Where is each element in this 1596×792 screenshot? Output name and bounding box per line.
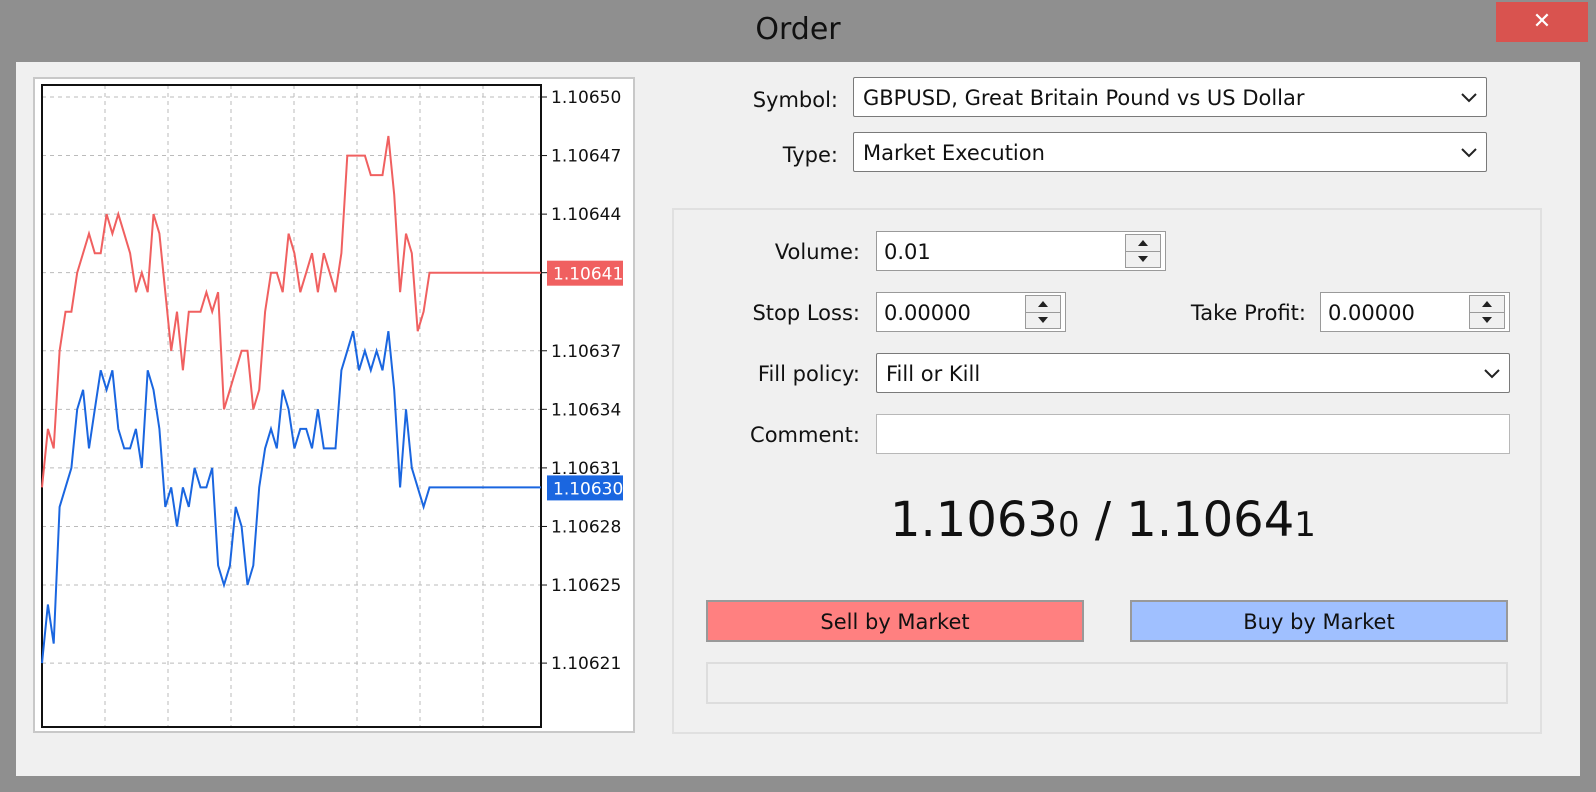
tick-chart: 1.10650 1.10647 1.10644 1.10641 1.10637 1.106… bbox=[33, 77, 635, 733]
buy-by-market-button[interactable]: Buy by Market bbox=[1130, 600, 1508, 642]
volume-label: Volume: bbox=[774, 240, 860, 264]
symbol-label: Symbol: bbox=[752, 88, 838, 112]
comment-input[interactable] bbox=[876, 414, 1510, 454]
order-panel bbox=[672, 208, 1542, 734]
take-profit-label: Take Profit: bbox=[1190, 301, 1306, 325]
arrow-down-icon[interactable] bbox=[1126, 251, 1160, 267]
type-label: Type: bbox=[782, 143, 838, 167]
stop-loss-stepper[interactable] bbox=[1025, 295, 1061, 329]
take-profit-value: 0.00000 bbox=[1328, 301, 1415, 325]
quote-display: 1.10630 / 1.10641 bbox=[890, 492, 1316, 548]
chevron-down-icon bbox=[1461, 93, 1477, 103]
close-button[interactable]: ✕ bbox=[1496, 2, 1588, 42]
y-tick-label: 1.10650 bbox=[551, 88, 621, 108]
order-window: Order ✕ 1.106501.106471.106441.106411.10… bbox=[0, 0, 1596, 792]
quote-separator: / bbox=[1079, 492, 1127, 548]
title-bar[interactable]: Order ✕ bbox=[0, 0, 1596, 62]
volume-value: 0.01 bbox=[884, 240, 931, 264]
take-profit-stepper[interactable] bbox=[1469, 295, 1505, 329]
tick-chart-svg: 1.10650 1.10647 1.10644 1.10641 1.10637 1.106… bbox=[41, 84, 623, 728]
stop-loss-input[interactable]: 0.00000 bbox=[876, 292, 1066, 332]
arrow-up-icon[interactable] bbox=[1126, 235, 1160, 252]
volume-stepper[interactable] bbox=[1125, 234, 1161, 268]
sell-by-market-button[interactable]: Sell by Market bbox=[706, 600, 1084, 642]
price-tag-label-bid: 1.10630 bbox=[553, 479, 623, 499]
type-value: Market Execution bbox=[863, 141, 1045, 165]
price-tag-label-ask: 1.10641 bbox=[553, 265, 623, 285]
type-select[interactable]: Market Execution bbox=[853, 132, 1487, 172]
ask-last-digit: 1 bbox=[1294, 505, 1316, 545]
comment-label: Comment: bbox=[750, 423, 860, 447]
ask-price: 1.1064 bbox=[1126, 492, 1295, 548]
take-profit-input[interactable]: 0.00000 bbox=[1320, 292, 1510, 332]
y-tick-label: 1.10628 bbox=[551, 517, 621, 537]
y-tick-label: 1.10621 bbox=[551, 654, 621, 674]
arrow-down-icon[interactable] bbox=[1026, 312, 1060, 328]
symbol-value: GBPUSD, Great Britain Pound vs US Dollar bbox=[863, 86, 1305, 110]
y-tick-label: 1.10637 bbox=[551, 342, 621, 362]
y-tick-label: 1.10634 bbox=[551, 400, 621, 420]
status-bar bbox=[706, 662, 1508, 704]
window-title: Order bbox=[755, 12, 841, 47]
y-tick-label: 1.10647 bbox=[551, 147, 621, 167]
arrow-down-icon[interactable] bbox=[1470, 312, 1504, 328]
bid-last-digit: 0 bbox=[1057, 505, 1080, 545]
arrow-up-icon[interactable] bbox=[1470, 296, 1504, 313]
fill-policy-label: Fill policy: bbox=[757, 362, 860, 386]
fill-policy-select[interactable]: Fill or Kill bbox=[876, 353, 1510, 393]
y-tick-label: 1.10644 bbox=[551, 205, 621, 225]
y-tick-label: 1.10625 bbox=[551, 576, 621, 596]
volume-input[interactable]: 0.01 bbox=[876, 231, 1166, 271]
stop-loss-label: Stop Loss: bbox=[752, 301, 860, 325]
chevron-down-icon bbox=[1461, 148, 1477, 158]
fill-policy-value: Fill or Kill bbox=[886, 362, 981, 386]
stop-loss-value: 0.00000 bbox=[884, 301, 971, 325]
close-icon: ✕ bbox=[1532, 9, 1552, 34]
chevron-down-icon bbox=[1484, 369, 1500, 379]
series-line-bid bbox=[41, 330, 541, 664]
arrow-up-icon[interactable] bbox=[1026, 296, 1060, 313]
symbol-select[interactable]: GBPUSD, Great Britain Pound vs US Dollar bbox=[853, 77, 1487, 117]
bid-price: 1.1063 bbox=[890, 492, 1058, 548]
